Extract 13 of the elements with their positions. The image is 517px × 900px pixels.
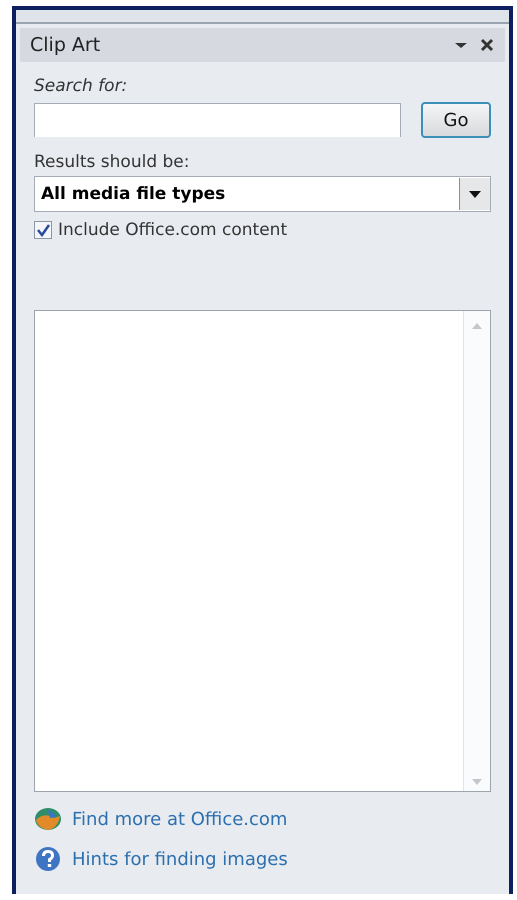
close-icon[interactable] <box>479 37 495 53</box>
link[interactable]: Find more at Office.com <box>72 808 288 830</box>
media-type-dropdown[interactable]: All media file types <box>34 176 491 212</box>
search-label: Search for: <box>34 76 128 96</box>
go-button[interactable]: Go <box>421 102 491 138</box>
checkbox[interactable] <box>34 221 52 239</box>
pane-title: Clip Art <box>30 34 102 56</box>
search-field[interactable] <box>34 103 401 137</box>
link[interactable]: Hints for finding images <box>72 848 288 870</box>
help-icon <box>34 846 62 872</box>
checkbox-label[interactable]: Include Office.com content <box>58 220 288 240</box>
results-type-label: Results should be: <box>34 152 190 172</box>
globe-icon <box>34 806 62 832</box>
